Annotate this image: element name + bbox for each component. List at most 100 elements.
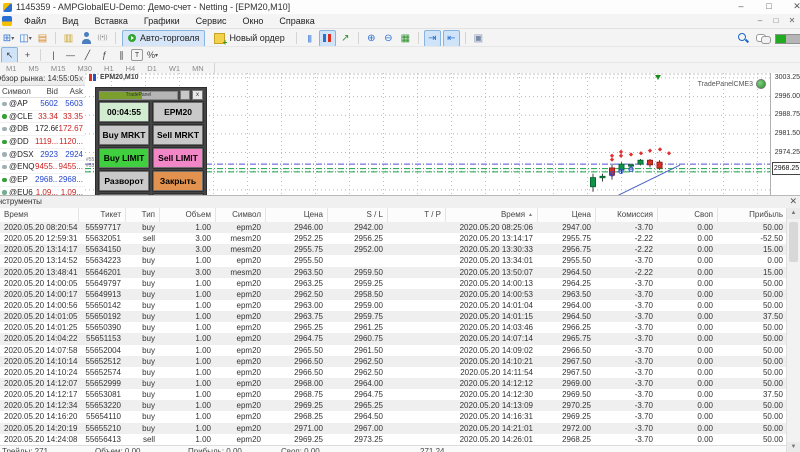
timeframe-MN[interactable]: MN bbox=[186, 64, 210, 73]
history-column-10[interactable]: Комиссия bbox=[595, 208, 657, 222]
child-restore-button[interactable]: □ bbox=[768, 15, 784, 27]
market-watch-row[interactable]: @EU61.09...1.09... bbox=[0, 187, 85, 195]
profiles-icon[interactable]: ◫▾ bbox=[18, 31, 33, 46]
history-row[interactable]: 2020.05.20 12:59:3155632051sell3.00mesm2… bbox=[0, 233, 787, 244]
trade-panel-close-icon[interactable]: x bbox=[192, 90, 203, 100]
history-row[interactable]: 2020.05.20 14:16:2055654110buy1.00epm202… bbox=[0, 411, 787, 422]
child-minimize-button[interactable]: – bbox=[752, 15, 768, 27]
history-row[interactable]: 2020.05.20 14:20:1955655210buy1.00epm202… bbox=[0, 423, 787, 434]
history-column-6[interactable]: S / L bbox=[327, 208, 387, 222]
market-watch-col-symbol[interactable]: Символ bbox=[0, 86, 35, 97]
zoom-out-icon[interactable]: ⊖ bbox=[381, 31, 396, 46]
market-watch-row[interactable]: @ENQ9455...9455... bbox=[0, 161, 85, 174]
timeframe-M1[interactable]: M1 bbox=[0, 64, 22, 73]
vertical-line-tool-icon[interactable]: | bbox=[46, 48, 61, 63]
fibonacci-tool-icon[interactable]: ƒ bbox=[97, 48, 112, 63]
history-row[interactable]: 2020.05.20 14:24:0855656413sell1.00epm20… bbox=[0, 434, 787, 445]
sell-limit-button[interactable]: Sell LIMIT bbox=[153, 148, 203, 168]
toolbox-close-icon[interactable]: ✕ bbox=[789, 196, 797, 207]
close-position-button[interactable]: Закрыть bbox=[153, 171, 203, 191]
scroll-down-icon[interactable]: ▼ bbox=[787, 442, 800, 452]
economic-calendar-icon[interactable]: ▥ bbox=[61, 31, 76, 46]
history-row[interactable]: 2020.05.20 14:00:0555649797buy1.00epm202… bbox=[0, 278, 787, 289]
history-column-2[interactable]: Тип bbox=[125, 208, 159, 222]
timeframe-M30[interactable]: M30 bbox=[71, 64, 98, 73]
history-row[interactable]: 2020.05.20 14:10:1455652512buy1.00epm202… bbox=[0, 356, 787, 367]
history-row[interactable]: 2020.05.20 08:20:5455597717buy1.00epm202… bbox=[0, 222, 787, 233]
trendline-tool-icon[interactable]: ╱ bbox=[80, 48, 95, 63]
history-row[interactable]: 2020.05.20 13:14:5255634223buy1.00epm202… bbox=[0, 255, 787, 266]
autotrade-button[interactable]: Авто-торговля bbox=[122, 30, 205, 47]
history-row[interactable]: 2020.05.20 14:07:5855652004buy1.00epm202… bbox=[0, 345, 787, 356]
history-row[interactable]: 2020.05.20 14:12:1755653081buy1.00epm202… bbox=[0, 389, 787, 400]
history-row[interactable]: 2020.05.20 14:04:2255651153buy1.00epm202… bbox=[0, 333, 787, 344]
market-watch-row[interactable]: @DSX29232924 bbox=[0, 149, 85, 162]
market-watch-row[interactable]: @DB172.66172.67 bbox=[0, 123, 85, 136]
timeframe-H4[interactable]: H4 bbox=[120, 64, 142, 73]
line-chart-icon[interactable]: ↗ bbox=[338, 31, 353, 46]
scrollbar-thumb[interactable] bbox=[789, 222, 798, 262]
scroll-up-icon[interactable]: ▲ bbox=[787, 208, 800, 219]
menu-item-Вид[interactable]: Вид bbox=[54, 14, 86, 28]
history-column-9[interactable]: Цена bbox=[537, 208, 595, 222]
tile-windows-icon[interactable]: ▦ bbox=[398, 31, 413, 46]
zoom-in-icon[interactable]: ⊕ bbox=[364, 31, 379, 46]
close-button[interactable]: ✕ bbox=[784, 0, 800, 13]
history-row[interactable]: 2020.05.20 13:48:4155646201buy3.00mesm20… bbox=[0, 267, 787, 278]
menu-item-Графики[interactable]: Графики bbox=[136, 14, 188, 28]
history-column-11[interactable]: Своп bbox=[657, 208, 717, 222]
new-order-button[interactable]: Новый ордер bbox=[209, 31, 289, 46]
history-column-5[interactable]: Цена bbox=[265, 208, 327, 222]
history-row[interactable]: 2020.05.20 14:10:2455652574buy1.00epm202… bbox=[0, 367, 787, 378]
maximize-button[interactable]: □ bbox=[756, 0, 782, 13]
sell-market-button[interactable]: Sell MRKT bbox=[153, 125, 203, 145]
history-row[interactable]: 2020.05.20 14:00:5655650142buy1.00epm202… bbox=[0, 300, 787, 311]
menu-item-Вставка[interactable]: Вставка bbox=[86, 14, 135, 28]
history-row[interactable]: 2020.05.20 14:12:0755652999buy1.00epm202… bbox=[0, 378, 787, 389]
new-chart-icon[interactable]: ⊞▾ bbox=[1, 31, 16, 46]
chart-window[interactable]: #55...#55... EPM20,M10 TradePanelCME3 30… bbox=[85, 73, 800, 195]
crosshair-tool-icon[interactable]: + bbox=[20, 48, 35, 63]
panel-symbol-button[interactable]: EPM20 bbox=[153, 102, 203, 122]
history-column-0[interactable]: Время bbox=[0, 208, 78, 222]
buy-market-button[interactable]: Buy MRKT bbox=[99, 125, 149, 145]
price-axis[interactable]: 3003.252996.002988.752981.502974.252968.… bbox=[770, 73, 800, 195]
ea-smiley-icon[interactable] bbox=[756, 79, 766, 89]
market-watch-row[interactable]: @DD1119...1120... bbox=[0, 136, 85, 149]
history-column-8[interactable]: Время▲ bbox=[445, 208, 537, 222]
text-tool-icon[interactable]: T bbox=[131, 49, 143, 61]
menu-item-Окно[interactable]: Окно bbox=[235, 14, 272, 28]
child-close-button[interactable]: ✕ bbox=[784, 15, 800, 27]
trade-panel-minimize-icon[interactable] bbox=[180, 90, 190, 100]
history-scrollbar[interactable]: ▲ ▼ bbox=[786, 208, 800, 452]
objects-tool-icon[interactable]: %▾ bbox=[145, 48, 160, 63]
timeframe-M15[interactable]: M15 bbox=[45, 64, 72, 73]
market-watch-col-bid[interactable]: Bid bbox=[35, 86, 58, 97]
history-column-12[interactable]: Прибыль bbox=[717, 208, 787, 222]
market-folder-icon[interactable]: ▤ bbox=[35, 31, 50, 46]
market-watch-row[interactable]: @CLE33.3433.35 bbox=[0, 111, 85, 124]
history-row[interactable]: 2020.05.20 14:00:1755649913buy1.00epm202… bbox=[0, 289, 787, 300]
history-column-7[interactable]: T / P bbox=[387, 208, 445, 222]
market-watch-close-icon[interactable]: x bbox=[79, 73, 83, 85]
history-row[interactable]: 2020.05.20 14:01:2555650390buy1.00epm202… bbox=[0, 322, 787, 333]
history-column-4[interactable]: Символ bbox=[215, 208, 265, 222]
auto-scroll-icon[interactable]: ⇤ bbox=[443, 30, 460, 47]
reverse-button[interactable]: Разворот bbox=[99, 171, 149, 191]
data-window-icon[interactable]: ▣ bbox=[471, 31, 486, 46]
bar-chart-icon[interactable]: ||| bbox=[302, 31, 317, 46]
horizontal-line-tool-icon[interactable]: — bbox=[63, 48, 78, 63]
channel-tool-icon[interactable]: ∥ bbox=[114, 48, 129, 63]
market-watch-col-ask[interactable]: Ask bbox=[58, 86, 85, 97]
menu-item-Справка[interactable]: Справка bbox=[271, 14, 322, 28]
history-row[interactable]: 2020.05.20 14:01:0555650192buy1.00epm202… bbox=[0, 311, 787, 322]
cursor-tool-icon[interactable]: ↖ bbox=[1, 47, 18, 64]
minimize-button[interactable]: – bbox=[728, 0, 754, 13]
buy-limit-button[interactable]: Buy LIMIT bbox=[99, 148, 149, 168]
market-watch-row[interactable]: @EP2968...2968... bbox=[0, 174, 85, 187]
signal-icon[interactable]: ((•)) bbox=[95, 31, 110, 46]
timeframe-D1[interactable]: D1 bbox=[141, 64, 163, 73]
history-row[interactable]: 2020.05.20 13:14:1755634150buy3.00mesm20… bbox=[0, 244, 787, 255]
menu-item-Файл[interactable]: Файл bbox=[16, 14, 54, 28]
chart-tab[interactable]: EPM20,M10 bbox=[89, 74, 139, 81]
